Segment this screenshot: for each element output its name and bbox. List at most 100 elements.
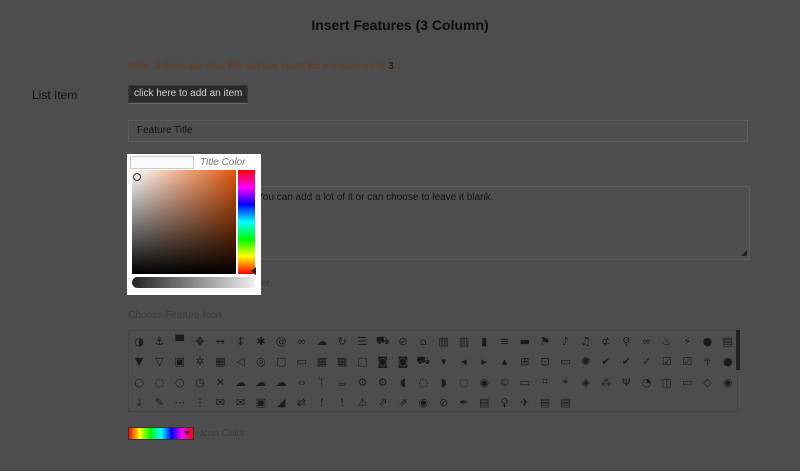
code-fork-icon[interactable]: ᛘ [312, 372, 332, 393]
barcode-icon[interactable]: ▮ [474, 331, 494, 352]
binoculars-icon[interactable]: ∞ [636, 331, 656, 352]
car-icon[interactable]: ⛟ [373, 331, 393, 352]
external-link-icon[interactable]: ⇗ [373, 393, 393, 414]
saturation-value-area[interactable] [132, 170, 236, 274]
external-link-square-icon[interactable]: ⇗ [393, 393, 413, 414]
caret-right-icon[interactable]: ▸ [474, 352, 494, 373]
bank-icon[interactable]: ⌂ [413, 331, 433, 352]
file-audio-icon[interactable]: ▤ [555, 393, 575, 414]
circle-o-icon[interactable]: ○ [129, 372, 149, 393]
fax-icon[interactable]: ▤ [474, 393, 494, 414]
check-square-icon[interactable]: ☑ [657, 352, 677, 373]
crosshairs-icon[interactable]: ⌖ [555, 372, 575, 393]
cog-icon[interactable]: ⚙ [352, 372, 372, 393]
cloud-download-icon[interactable]: ☁ [251, 372, 271, 393]
car2-icon[interactable]: ⛟ [413, 352, 433, 373]
eyedropper-icon[interactable]: ✒ [454, 393, 474, 414]
cab-icon[interactable]: ▭ [291, 352, 311, 373]
book-icon[interactable]: ▤ [718, 331, 738, 352]
ellipsis-v-icon[interactable]: ⋮ [190, 393, 210, 414]
exclamation-circle-icon[interactable]: ! [332, 393, 352, 414]
calculator-icon[interactable]: ▦ [312, 352, 332, 373]
bookmark-o-icon[interactable]: ▽ [149, 352, 169, 373]
bullseye-icon[interactable]: ◎ [251, 352, 271, 373]
dashboard-icon[interactable]: ◔ [636, 372, 656, 393]
briefcase-icon[interactable]: ▣ [170, 352, 190, 373]
bomb-icon[interactable]: ● [697, 331, 717, 352]
refresh-icon[interactable]: ↻ [332, 331, 352, 352]
exchange-icon[interactable]: ⇄ [291, 393, 311, 414]
anchor-icon[interactable]: ⚓ [149, 331, 169, 352]
cart-icon[interactable]: ⊡ [535, 352, 555, 373]
code-icon[interactable]: ‹› [291, 372, 311, 393]
check-circle-icon[interactable]: ✔ [616, 352, 636, 373]
bolt-icon[interactable]: ⚡ [677, 331, 697, 352]
check-square-o-icon[interactable]: ☑ [677, 352, 697, 373]
bell-icon[interactable]: ♪ [555, 331, 575, 352]
cloud-icon[interactable]: ☁ [312, 331, 332, 352]
copyright-icon[interactable]: © [494, 372, 514, 393]
circle-notch-icon[interactable]: ◌ [149, 372, 169, 393]
clock-icon[interactable]: ◷ [190, 372, 210, 393]
bar-chart-o-icon[interactable]: ▥ [454, 331, 474, 352]
chevron-down-icon[interactable] [184, 431, 190, 435]
bus-icon[interactable]: ▢ [271, 352, 291, 373]
circle-thin-icon[interactable]: ○ [170, 372, 190, 393]
camera-retro-icon[interactable]: ◙ [393, 352, 413, 373]
crop-icon[interactable]: ⌗ [535, 372, 555, 393]
check-icon[interactable]: ✔ [596, 352, 616, 373]
feature-title-input[interactable]: Feature Title [128, 120, 748, 142]
cloud2-icon[interactable]: ☁ [230, 372, 250, 393]
comment-icon[interactable]: ◖ [393, 372, 413, 393]
bug-icon[interactable]: ✲ [190, 352, 210, 373]
envelope-o-icon[interactable]: ✉ [230, 393, 250, 414]
bell-slash-icon[interactable]: ⊄ [596, 331, 616, 352]
hue-slider-handle[interactable] [251, 267, 256, 275]
file-archive-icon[interactable]: ▤ [535, 393, 555, 414]
cogs-icon[interactable]: ⚙ [373, 372, 393, 393]
download-icon[interactable]: ⤓ [129, 393, 149, 414]
asterisk-icon[interactable]: ✱ [251, 331, 271, 352]
close-icon[interactable]: ✕ [210, 372, 230, 393]
certificate-icon[interactable]: ✺ [576, 352, 596, 373]
bullhorn-icon[interactable]: ◁ [230, 352, 250, 373]
dot-circle-icon[interactable]: ◉ [718, 372, 738, 393]
bicycle-icon[interactable]: ⚲ [616, 331, 636, 352]
cutlery-icon[interactable]: Ψ [616, 372, 636, 393]
edit-icon[interactable]: ✎ [149, 393, 169, 414]
fighter-jet-icon[interactable]: ✈ [515, 393, 535, 414]
hue-slider[interactable] [238, 170, 255, 274]
arrows-h-icon[interactable]: ↔ [210, 331, 230, 352]
building-icon[interactable]: ▦ [210, 352, 230, 373]
color-hex-input[interactable] [130, 156, 194, 169]
caret-down-icon[interactable]: ▾ [433, 352, 453, 373]
link-icon[interactable]: ∞ [291, 331, 311, 352]
eye-slash-icon[interactable]: ⊘ [433, 393, 453, 414]
cloud-upload-icon[interactable]: ☁ [271, 372, 291, 393]
exclamation-icon[interactable]: ! [312, 393, 332, 414]
cube-icon[interactable]: ◈ [576, 372, 596, 393]
list-icon[interactable]: ☰ [352, 331, 372, 352]
child-icon[interactable]: ☥ [697, 352, 717, 373]
caret-up-icon[interactable]: ▴ [494, 352, 514, 373]
alpha-slider[interactable] [132, 277, 255, 288]
caret-left-icon[interactable]: ◂ [454, 352, 474, 373]
add-item-button[interactable]: click here to add an item [128, 85, 249, 103]
ellipsis-h-icon[interactable]: ⋯ [170, 393, 190, 414]
birthday-cake-icon[interactable]: ♨ [657, 331, 677, 352]
camera-icon[interactable]: ◙ [373, 352, 393, 373]
database-icon[interactable]: ◫ [657, 372, 677, 393]
icon-grid-scrollbar[interactable] [736, 330, 740, 370]
compass-icon[interactable]: ◉ [474, 372, 494, 393]
envelope-icon[interactable]: ✉ [210, 393, 230, 414]
comments-o-icon[interactable]: ◌ [454, 372, 474, 393]
calendar-icon[interactable]: ▦ [332, 352, 352, 373]
female-icon[interactable]: ♀ [494, 393, 514, 414]
calendar-o-icon[interactable]: □ [352, 352, 372, 373]
sv-cursor[interactable] [133, 173, 141, 181]
at-icon[interactable]: @ [271, 331, 291, 352]
bed-icon[interactable]: ▬ [515, 331, 535, 352]
check-circle-o-icon[interactable]: ✓ [636, 352, 656, 373]
exclamation-triangle-icon[interactable]: ⚠ [352, 393, 372, 414]
coffee-icon[interactable]: ☕ [332, 372, 352, 393]
